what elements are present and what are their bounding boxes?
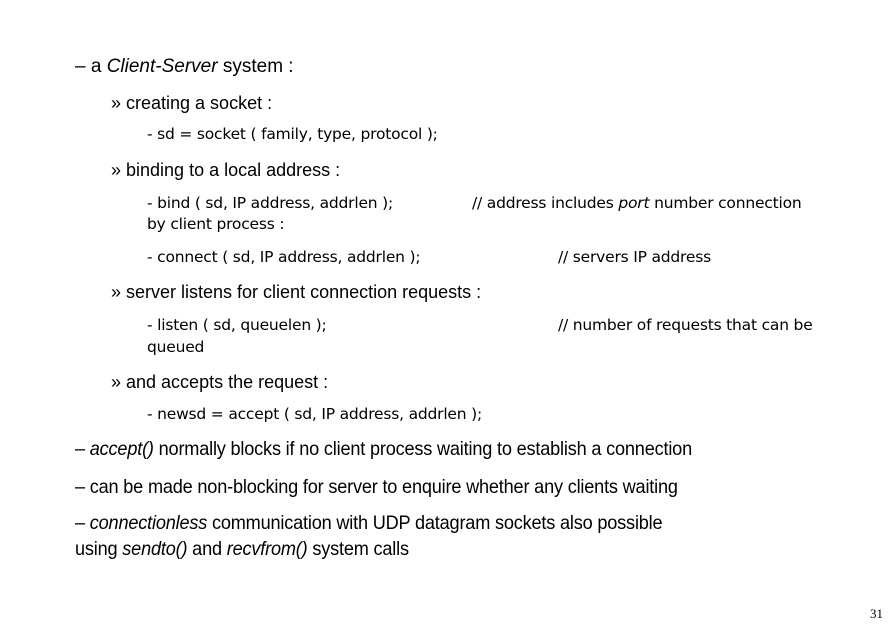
sendto-emphasis: sendto() (122, 538, 188, 560)
comment-bind: // address includes port number connecti… (472, 194, 802, 212)
bullet-emphasis: accept() (89, 438, 154, 460)
bullet-connectionless: – connectionless communication with UDP … (75, 512, 663, 535)
comment-bind-emphasis: port (618, 194, 650, 212)
bullet-accept-blocks: – accept() normally blocks if no client … (75, 438, 692, 461)
bullet-connectionless-line2: using sendto() and recvfrom() system cal… (75, 538, 409, 561)
comment-listen: // number of requests that can be (558, 316, 813, 334)
bullet-emphasis: connectionless (89, 512, 208, 534)
comment-bind-wrap: by client process : (147, 215, 285, 233)
slide-heading: – a Client-Server system : (75, 56, 294, 78)
comment-bind-prefix: // address includes (472, 194, 619, 212)
code-socket: - sd = socket ( family, type, protocol )… (147, 125, 438, 143)
bullet-prefix: – (75, 438, 90, 460)
bullet-non-blocking: – can be made non-blocking for server to… (75, 476, 678, 498)
line2-mid: and (187, 538, 227, 560)
line2-prefix: using (75, 538, 123, 560)
page-number: 31 (870, 606, 883, 621)
section-label-create-socket: » creating a socket : (111, 93, 273, 113)
section-label-listen: » server listens for client connection r… (111, 282, 482, 302)
code-accept: - newsd = accept ( sd, IP address, addrl… (147, 405, 482, 423)
section-label-accept: » and accepts the request : (111, 372, 329, 392)
heading-suffix: system : (217, 56, 294, 77)
section-label-bind: » binding to a local address : (111, 160, 341, 180)
recvfrom-emphasis: recvfrom() (226, 538, 308, 560)
line2-suffix: system calls (307, 538, 409, 560)
code-connect: - connect ( sd, IP address, addrlen ); (147, 248, 421, 266)
comment-connect: // servers IP address (558, 248, 711, 266)
comment-bind-suffix: number connection (649, 194, 802, 212)
bullet-suffix: communication with UDP datagram sockets … (207, 512, 663, 534)
heading-prefix: – a (75, 56, 107, 77)
comment-listen-wrap: queued (147, 338, 205, 356)
code-bind: - bind ( sd, IP address, addrlen ); (147, 194, 394, 212)
bullet-suffix: normally blocks if no client process wai… (153, 438, 693, 460)
heading-emphasis: Client-Server (106, 56, 218, 77)
code-listen: - listen ( sd, queuelen ); (147, 316, 327, 334)
bullet-prefix: – (75, 512, 90, 534)
